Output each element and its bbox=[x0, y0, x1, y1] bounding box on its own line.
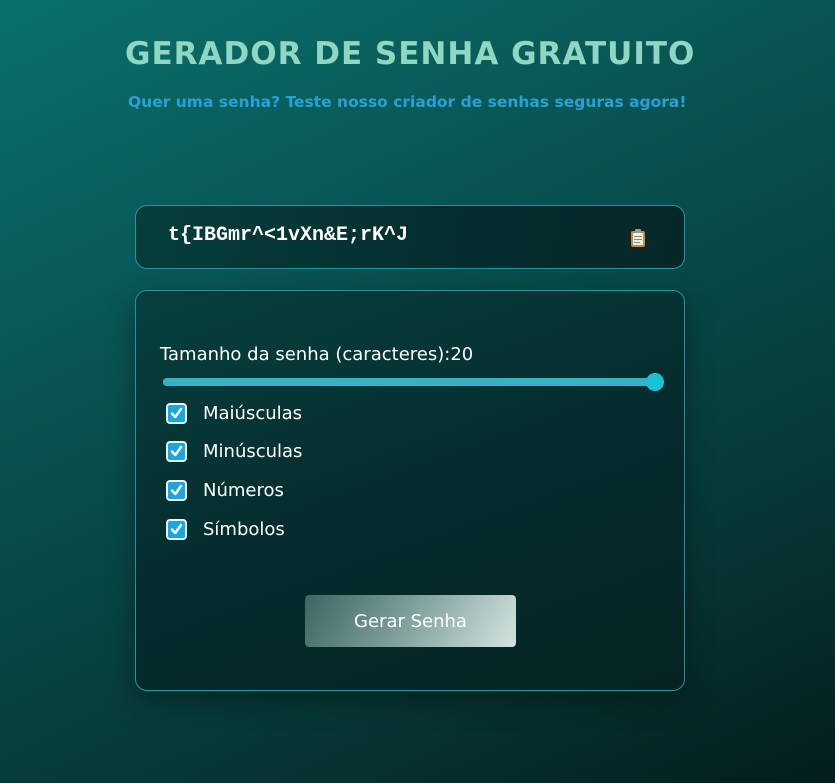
generate-password-button[interactable]: Gerar Senha bbox=[305, 595, 516, 647]
option-numbers[interactable]: Números bbox=[166, 477, 284, 503]
length-value: 20 bbox=[450, 344, 474, 365]
clipboard-icon[interactable] bbox=[630, 228, 646, 248]
length-slider[interactable] bbox=[163, 373, 664, 391]
checkbox-lowercase[interactable] bbox=[166, 440, 187, 462]
check-icon bbox=[170, 407, 183, 418]
length-slider-thumb[interactable] bbox=[646, 373, 664, 391]
option-label-symbols: Símbolos bbox=[203, 518, 285, 540]
option-label-uppercase: Maiúsculas bbox=[203, 402, 303, 424]
page-subtitle: Quer uma senha? Teste nosso criador de s… bbox=[128, 93, 687, 111]
length-label: Tamanho da senha (caracteres):20 bbox=[160, 344, 473, 365]
checkbox-uppercase[interactable] bbox=[166, 402, 187, 424]
option-label-numbers: Números bbox=[203, 479, 284, 501]
check-icon bbox=[170, 484, 183, 495]
checkbox-numbers[interactable] bbox=[166, 479, 187, 501]
check-icon bbox=[170, 523, 183, 534]
password-display: t{IBGmr^<1vXn&E;rK^J bbox=[135, 205, 685, 269]
length-label-text: Tamanho da senha (caracteres): bbox=[160, 344, 451, 365]
page-title: GERADOR DE SENHA GRATUITO bbox=[125, 36, 696, 72]
check-icon bbox=[170, 445, 183, 456]
length-slider-fill bbox=[163, 378, 655, 386]
generated-password[interactable]: t{IBGmr^<1vXn&E;rK^J bbox=[168, 224, 408, 247]
checkbox-symbols[interactable] bbox=[166, 518, 187, 540]
option-lowercase[interactable]: Minúsculas bbox=[166, 438, 302, 464]
settings-panel: Tamanho da senha (caracteres):20 Maiúscu… bbox=[135, 290, 685, 691]
option-uppercase[interactable]: Maiúsculas bbox=[166, 400, 302, 426]
option-label-lowercase: Minúsculas bbox=[203, 440, 303, 462]
option-symbols[interactable]: Símbolos bbox=[166, 516, 285, 542]
